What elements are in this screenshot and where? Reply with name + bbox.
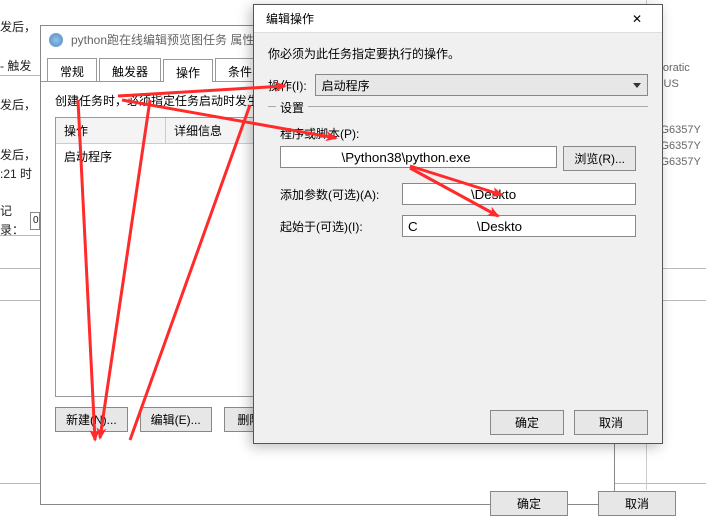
tab-triggers[interactable]: 触发器 xyxy=(99,58,161,81)
dialog-title: python跑在线编辑预览图任务 属性(本 xyxy=(71,33,270,47)
dialog-title: 编辑操作 xyxy=(266,10,314,27)
dialog-title-bar[interactable]: 编辑操作 ✕ xyxy=(254,5,662,33)
startin-input[interactable] xyxy=(402,215,636,237)
browse-button[interactable]: 浏览(R)... xyxy=(563,146,636,171)
bg-text: :21 时 xyxy=(0,165,40,184)
program-script-input[interactable] xyxy=(280,146,557,168)
tab-actions[interactable]: 操作 xyxy=(163,59,213,82)
bg-input: 0 xyxy=(30,212,40,230)
tab-general[interactable]: 常规 xyxy=(47,58,97,81)
background-truncated-left: 发后， - 触发 发后， 发后， :21 时 记录： 0 xyxy=(0,0,40,522)
close-icon[interactable]: ✕ xyxy=(618,7,656,31)
instruction-text: 创建任务时， xyxy=(55,94,127,108)
cell-detail xyxy=(166,144,182,169)
task-scheduler-icon xyxy=(49,33,63,47)
action-select-value: 启动程序 xyxy=(322,79,370,93)
instruction-text: 必须指定任务启动时发生 xyxy=(127,94,259,108)
script-label: 程序或脚本(P): xyxy=(280,125,636,142)
arguments-label: 添加参数(可选)(A): xyxy=(280,186,396,203)
edit-button[interactable]: 编辑(E)... xyxy=(140,407,212,432)
ok-button[interactable]: 确定 xyxy=(490,410,564,435)
ok-button[interactable]: 确定 xyxy=(490,491,568,516)
settings-group: 设置 程序或脚本(P): 浏览(R)... 添加参数(可选)(A): 起始于(可… xyxy=(268,106,648,249)
bg-text: 发后， xyxy=(0,96,40,115)
cancel-button[interactable]: 取消 xyxy=(574,410,648,435)
cancel-button[interactable]: 取消 xyxy=(598,491,676,516)
action-select[interactable]: 启动程序 xyxy=(315,74,648,96)
new-button[interactable]: 新建(N)... xyxy=(55,407,128,432)
bg-text: 记录： xyxy=(0,202,26,240)
group-title: 设置 xyxy=(276,99,308,116)
dialog-description: 你必须为此任务指定要执行的操作。 xyxy=(268,45,648,62)
arguments-input[interactable] xyxy=(402,183,636,205)
edit-action-dialog: 编辑操作 ✕ 你必须为此任务指定要执行的操作。 操作(I): 启动程序 设置 程… xyxy=(253,4,663,444)
col-action-header: 操作 xyxy=(56,118,166,143)
startin-label: 起始于(可选)(I): xyxy=(280,218,396,235)
bg-text: 发后， xyxy=(0,18,40,37)
bg-text: - 触发 xyxy=(0,57,40,76)
action-label: 操作(I): xyxy=(268,77,307,94)
cell-action: 启动程序 xyxy=(56,144,166,169)
bg-text: 发后， xyxy=(0,146,40,165)
